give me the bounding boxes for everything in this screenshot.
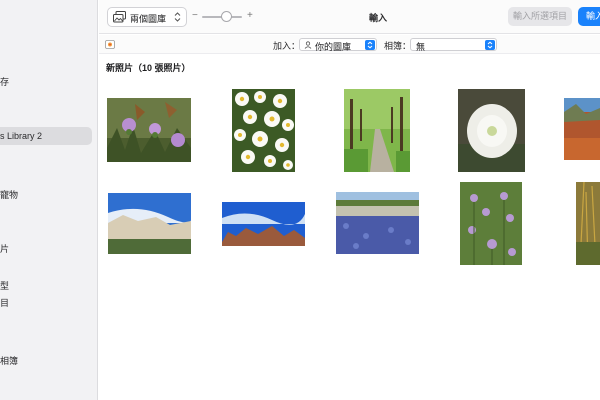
zoom-slider-knob[interactable] [220, 11, 232, 22]
section-title: 新照片（10 張照片） [106, 63, 191, 73]
add-to-value: 你的圖庫 [315, 42, 352, 52]
popup-chevron-icon [365, 40, 375, 50]
album-value: 無 [416, 42, 426, 52]
person-icon [304, 41, 312, 49]
album-label: 相簿： [384, 41, 412, 51]
sidebar-item-items[interactable]: 目 [0, 296, 9, 309]
daisies-photo[interactable] [232, 89, 295, 172]
import-options-bar: 加入： 你的圖庫 相簿： 無 [99, 35, 600, 54]
sidebar-item-pets[interactable]: 寵物 [0, 188, 18, 201]
library-select-label: 兩個圖庫 [130, 14, 167, 24]
zoom-out-icon[interactable]: − [192, 10, 198, 21]
sidebar-item-library[interactable]: s Library 2 [0, 131, 42, 141]
import-all-button[interactable]: 輸入 [578, 7, 600, 26]
chevron-updown-icon [174, 11, 181, 23]
album-popup[interactable]: 無 [410, 38, 497, 52]
white-tulip-photo[interactable] [458, 89, 525, 172]
add-to-popup[interactable]: 你的圖庫 [299, 38, 377, 52]
sidebar: 存 s Library 2 寵物 片 型 目 相簿 [0, 0, 98, 400]
library-select[interactable]: 兩個圖庫 [107, 7, 187, 27]
photo-library-icon [113, 11, 126, 23]
device-icon [105, 40, 115, 49]
sidebar-item-types[interactable]: 型 [0, 279, 9, 292]
grass-photo[interactable] [576, 182, 600, 265]
bluebonnet-photo[interactable] [336, 192, 419, 254]
import-selected-button[interactable]: 輸入所選項目 [508, 7, 572, 26]
red-rock-photo[interactable] [564, 98, 600, 160]
mountain-photo[interactable] [222, 202, 305, 246]
popup-chevron-icon [485, 40, 495, 50]
add-to-label: 加入： [273, 41, 301, 51]
sidebar-item-photos[interactable]: 片 [0, 242, 9, 255]
tree-path-photo[interactable] [344, 89, 410, 172]
thistle-photo[interactable] [107, 98, 191, 162]
sidebar-item-storage[interactable]: 存 [0, 75, 9, 88]
window-title: 輸入 [369, 13, 388, 23]
zoom-in-icon[interactable]: + [247, 10, 253, 21]
toolbar: 兩個圖庫 − + 輸入 輸入所選項目 輸入 [99, 0, 600, 34]
wildflower-photo[interactable] [460, 182, 522, 265]
canyon-photo[interactable] [108, 193, 191, 254]
sidebar-item-albums[interactable]: 相簿 [0, 354, 18, 367]
